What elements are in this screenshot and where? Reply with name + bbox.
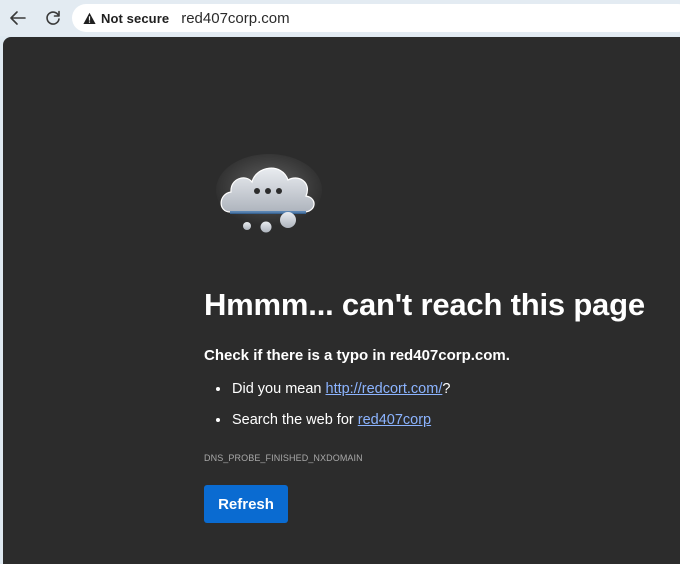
refresh-page-button[interactable] — [40, 5, 66, 31]
suggestion-prefix: Did you mean — [232, 381, 326, 397]
warning-triangle-icon[interactable] — [83, 12, 96, 25]
back-button[interactable] — [5, 5, 31, 31]
cloud-thinking-icon — [216, 154, 322, 233]
bullet-icon — [216, 418, 220, 422]
web-search-link[interactable]: red407corp — [358, 412, 431, 428]
browser-toolbar: Not secure red407corp.com — [0, 0, 680, 36]
list-item: Search the web for red407corp — [204, 410, 450, 441]
url-text[interactable]: red407corp.com — [181, 10, 289, 27]
bullet-icon — [216, 387, 220, 391]
error-code: DNS_PROBE_FINISHED_NXDOMAIN — [204, 453, 363, 463]
arrow-left-icon — [10, 11, 26, 25]
suggested-url-link[interactable]: http://redcort.com/ — [326, 381, 443, 397]
address-bar[interactable]: Not secure red407corp.com — [72, 4, 680, 32]
security-status-label[interactable]: Not secure — [101, 11, 169, 26]
page-title: Hmmm... can't reach this page — [204, 287, 645, 322]
refresh-icon — [46, 10, 60, 25]
suggestion-prefix: Search the web for — [232, 412, 358, 428]
list-item: Did you mean http://redcort.com/? — [204, 379, 450, 410]
typo-hint: Check if there is a typo in red407corp.c… — [204, 347, 510, 364]
refresh-button[interactable]: Refresh — [204, 485, 288, 523]
suggestion-list: Did you mean http://redcort.com/? Search… — [204, 379, 450, 441]
suggestion-suffix: ? — [442, 381, 451, 397]
error-page: Hmmm... can't reach this page Check if t… — [3, 37, 680, 564]
